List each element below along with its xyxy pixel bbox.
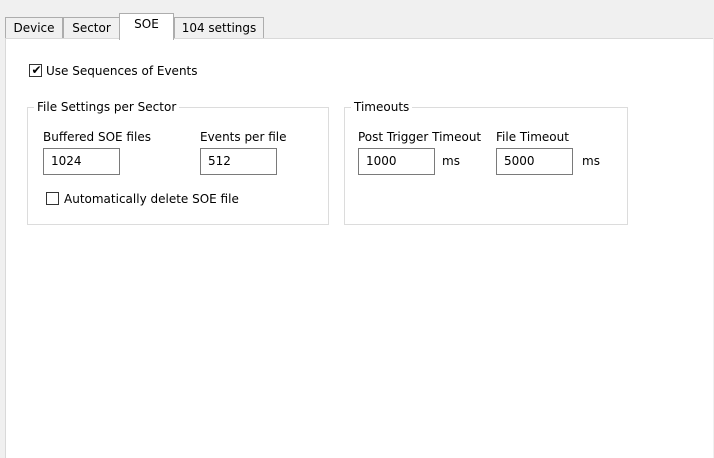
- tab-device[interactable]: Device: [5, 17, 63, 38]
- use-soe-checkbox[interactable]: ✔: [29, 63, 42, 77]
- tab-104-settings[interactable]: 104 settings: [174, 17, 264, 38]
- tab-sector[interactable]: Sector: [63, 17, 120, 38]
- tab-page-soe: ✔ Use Sequences of Events File Settings …: [5, 38, 713, 458]
- file-timeout-label: File Timeout: [496, 130, 569, 144]
- use-soe-label[interactable]: Use Sequences of Events: [46, 64, 198, 78]
- post-trigger-timeout-input[interactable]: 1000: [358, 148, 435, 175]
- post-trigger-unit-label: ms: [442, 154, 460, 168]
- auto-delete-checkbox[interactable]: [46, 192, 59, 205]
- post-trigger-timeout-label: Post Trigger Timeout: [358, 130, 482, 144]
- events-per-file-label: Events per file: [200, 130, 287, 144]
- buffered-soe-files-label: Buffered SOE files: [43, 130, 151, 144]
- tab-soe[interactable]: SOE: [119, 13, 174, 40]
- file-timeout-input[interactable]: 5000: [496, 148, 573, 175]
- timeouts-legend: Timeouts: [351, 100, 413, 114]
- checkmark-icon: ✔: [31, 63, 42, 77]
- auto-delete-label[interactable]: Automatically delete SOE file: [64, 192, 239, 206]
- file-timeout-unit-label: ms: [582, 154, 600, 168]
- events-per-file-input[interactable]: 512: [200, 148, 277, 175]
- buffered-soe-files-input[interactable]: 1024: [43, 148, 120, 175]
- file-settings-legend: File Settings per Sector: [34, 100, 180, 114]
